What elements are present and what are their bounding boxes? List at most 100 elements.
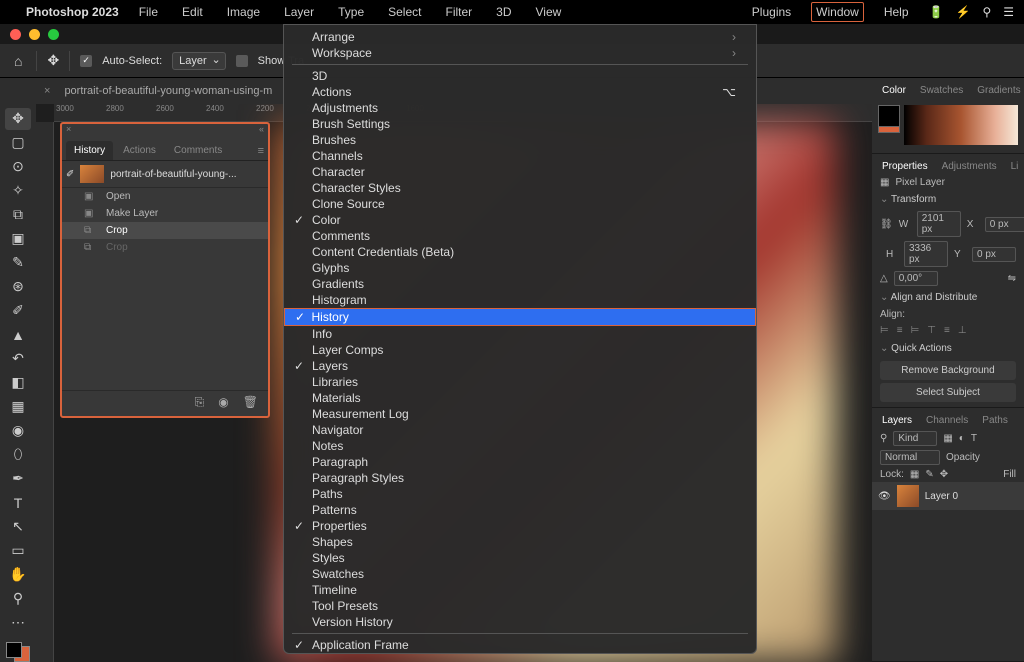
window-menu-item[interactable]: 3D <box>284 68 756 84</box>
new-snapshot-icon[interactable]: ◉ <box>218 395 228 412</box>
window-menu-item[interactable]: Patterns <box>284 502 756 518</box>
window-menu-item[interactable]: Navigator <box>284 422 756 438</box>
fg-color-swatch[interactable] <box>6 642 22 658</box>
window-menu-item[interactable]: Paragraph <box>284 454 756 470</box>
window-menu-item[interactable]: Workspace› <box>284 45 756 61</box>
tab-swatches[interactable]: Swatches <box>914 82 969 99</box>
window-menu-item[interactable]: ✓Properties <box>284 518 756 534</box>
menu-plugins[interactable]: Plugins <box>748 3 795 21</box>
auto-select-checkbox[interactable] <box>80 55 92 67</box>
control-center-icon[interactable]: ☰ <box>1003 5 1014 19</box>
app-name[interactable]: Photoshop 2023 <box>26 5 119 19</box>
new-doc-from-state-icon[interactable]: ⎘ <box>195 395 205 412</box>
window-menu-item[interactable]: ✓Color <box>284 212 756 228</box>
select-subject-button[interactable]: Select Subject <box>880 383 1016 402</box>
minimize-window-button[interactable] <box>29 29 40 40</box>
align-right-icon[interactable]: ⊨ <box>911 325 920 336</box>
window-menu-item[interactable]: Channels <box>284 148 756 164</box>
path-tool[interactable]: ↖ <box>5 516 31 538</box>
color-swatches[interactable] <box>6 642 30 662</box>
panel-collapse-icon[interactable]: « <box>259 124 264 138</box>
menu-image[interactable]: Image <box>223 3 264 21</box>
window-menu-item[interactable]: Version History <box>284 614 756 630</box>
move-tool[interactable]: ✥ <box>5 108 31 130</box>
quick-actions-heading[interactable]: Quick Actions <box>872 339 1024 358</box>
fg-swatch[interactable] <box>878 105 900 127</box>
height-input[interactable]: 3336 px <box>904 241 948 267</box>
window-menu-item[interactable]: Styles <box>284 550 756 566</box>
window-menu-item[interactable]: Tool Presets <box>284 598 756 614</box>
window-menu-item[interactable]: Info <box>284 326 756 342</box>
lasso-tool[interactable]: ⊙ <box>5 156 31 178</box>
eyedropper-tool[interactable]: ✎ <box>5 252 31 274</box>
search-icon[interactable]: ⚲ <box>982 5 991 19</box>
text-tool[interactable]: T <box>5 492 31 514</box>
window-menu-item[interactable]: Content Credentials (Beta) <box>284 244 756 260</box>
tab-libraries[interactable]: Li <box>1005 158 1024 175</box>
window-menu-item[interactable]: Arrange› <box>284 29 756 45</box>
layer-visibility-icon[interactable]: 👁 <box>878 491 891 502</box>
window-menu-item[interactable]: Paragraph Styles <box>284 470 756 486</box>
fullscreen-window-button[interactable] <box>48 29 59 40</box>
tab-paths[interactable]: Paths <box>976 412 1014 429</box>
zoom-tool[interactable]: ⚲ <box>5 588 31 610</box>
filter-text-icon[interactable]: T <box>971 433 977 444</box>
stamp-tool[interactable]: ▲ <box>5 324 31 346</box>
close-window-button[interactable] <box>10 29 21 40</box>
history-step[interactable]: ▣Make Layer <box>62 205 268 222</box>
window-menu-item[interactable]: Gradients <box>284 276 756 292</box>
brush-tool[interactable]: ✐ <box>5 300 31 322</box>
window-menu-item[interactable]: ✓Application Frame <box>284 637 756 653</box>
layer-row[interactable]: 👁 Layer 0 <box>872 482 1024 510</box>
tab-adjustments[interactable]: Adjustments <box>936 158 1003 175</box>
kind-search-icon[interactable]: ⚲ <box>880 433 887 444</box>
menu-type[interactable]: Type <box>334 3 368 21</box>
window-menu-item[interactable]: Character <box>284 164 756 180</box>
window-menu-item[interactable]: Glyphs <box>284 260 756 276</box>
delete-state-icon[interactable]: 🗑 <box>243 395 258 412</box>
frame-tool[interactable]: ▣ <box>5 228 31 250</box>
window-menu-item[interactable]: Actions⌥ <box>284 84 756 100</box>
pen-tool[interactable]: ✒ <box>5 468 31 490</box>
document-tab[interactable]: portrait-of-beautiful-young-woman-using-… <box>56 81 280 101</box>
wifi-icon[interactable]: ⚡ <box>955 5 970 19</box>
history-step[interactable]: ▣Open <box>62 188 268 205</box>
window-menu-item[interactable]: Shapes <box>284 534 756 550</box>
align-bottom-icon[interactable]: ⊥ <box>958 325 967 336</box>
blur-tool[interactable]: ◉ <box>5 420 31 442</box>
menu-window[interactable]: Window <box>811 2 864 22</box>
healing-tool[interactable]: ⊛ <box>5 276 31 298</box>
edit-toolbar[interactable]: ⋯ <box>5 612 31 634</box>
transform-heading[interactable]: Transform <box>872 190 1024 209</box>
window-menu-item[interactable]: ✓Layers <box>284 358 756 374</box>
window-menu-item[interactable]: Histogram <box>284 292 756 308</box>
menu-3d[interactable]: 3D <box>492 3 515 21</box>
window-menu-item[interactable]: Brushes <box>284 132 756 148</box>
menu-help[interactable]: Help <box>880 3 913 21</box>
tab-history[interactable]: History <box>66 141 113 160</box>
blend-mode-dropdown[interactable]: Normal <box>880 450 940 465</box>
window-menu-item[interactable]: Layer Comps <box>284 342 756 358</box>
align-top-icon[interactable]: ⊤ <box>927 325 936 336</box>
kind-dropdown[interactable]: Kind <box>893 431 937 446</box>
align-middle-icon[interactable]: ≡ <box>944 325 950 336</box>
window-menu-item[interactable]: Notes <box>284 438 756 454</box>
filter-pixel-icon[interactable]: ▦ <box>943 433 952 444</box>
auto-select-target-dropdown[interactable]: Layer <box>172 52 226 70</box>
window-menu-item[interactable]: Libraries <box>284 374 756 390</box>
window-menu-item[interactable]: Measurement Log <box>284 406 756 422</box>
window-menu-item[interactable]: ✓Options <box>284 653 756 654</box>
menu-edit[interactable]: Edit <box>178 3 207 21</box>
menu-layer[interactable]: Layer <box>280 3 318 21</box>
window-menu-item[interactable]: Comments <box>284 228 756 244</box>
close-tab-icon[interactable]: × <box>44 85 50 97</box>
lock-trans-icon[interactable]: ▦ <box>910 469 919 480</box>
panel-close-icon[interactable]: × <box>66 124 71 138</box>
panel-menu-icon[interactable]: ≡ <box>258 145 264 157</box>
angle-input[interactable]: 0,00° <box>894 271 938 286</box>
tab-gradients[interactable]: Gradients <box>971 82 1024 99</box>
tab-channels[interactable]: Channels <box>920 412 974 429</box>
show-transform-checkbox[interactable] <box>236 55 248 67</box>
layer-name[interactable]: Layer 0 <box>925 491 958 502</box>
tab-layers[interactable]: Layers <box>876 412 918 429</box>
